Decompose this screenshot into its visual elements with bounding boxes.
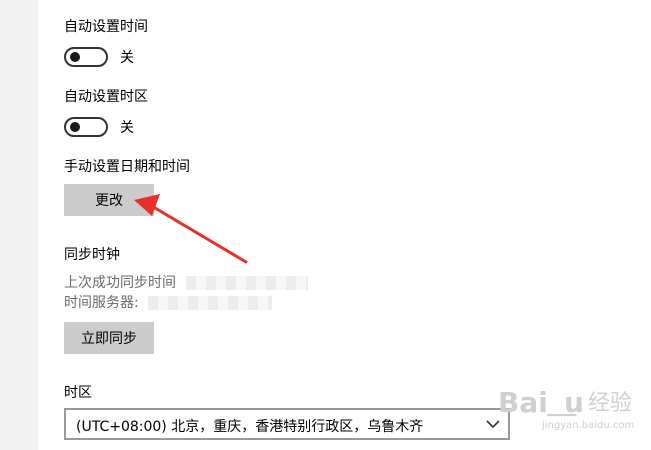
time-server-label: 时间服务器: bbox=[64, 295, 139, 311]
timezone-label: 时区 bbox=[64, 385, 92, 401]
auto-time-state: 关 bbox=[120, 50, 134, 66]
svg-text:Bai: Bai bbox=[498, 386, 548, 419]
change-button[interactable]: 更改 bbox=[64, 184, 154, 216]
last-sync-label: 上次成功同步时间 bbox=[64, 275, 176, 291]
sidebar-edge bbox=[0, 0, 38, 450]
auto-time-label: 自动设置时间 bbox=[64, 19, 148, 35]
manual-datetime-label: 手动设置日期和时间 bbox=[64, 159, 190, 175]
sync-clock-title: 同步时钟 bbox=[64, 247, 120, 263]
auto-time-toggle[interactable] bbox=[64, 47, 108, 67]
auto-timezone-state: 关 bbox=[120, 120, 134, 136]
timezone-select[interactable]: (UTC+08:00) 北京，重庆，香港特别行政区，乌鲁木齐 bbox=[64, 408, 510, 440]
timezone-selected-value: (UTC+08:00) 北京，重庆，香港特别行政区，乌鲁木齐 bbox=[76, 419, 424, 435]
svg-text:u: u bbox=[564, 386, 584, 419]
baidu-jingyan-watermark: Bai ＿ u 经验 jingyan.baidu.com bbox=[498, 386, 634, 431]
toggle-knob bbox=[70, 122, 80, 132]
svg-text:经验: 经验 bbox=[588, 391, 632, 416]
auto-timezone-toggle[interactable] bbox=[64, 117, 108, 137]
toggle-knob bbox=[70, 52, 80, 62]
time-server-value-redacted bbox=[148, 296, 272, 310]
last-sync-value-redacted bbox=[186, 276, 308, 290]
auto-timezone-label: 自动设置时区 bbox=[64, 89, 148, 105]
sync-now-button[interactable]: 立即同步 bbox=[64, 322, 154, 354]
svg-text:jingyan.baidu.com: jingyan.baidu.com bbox=[541, 420, 634, 431]
